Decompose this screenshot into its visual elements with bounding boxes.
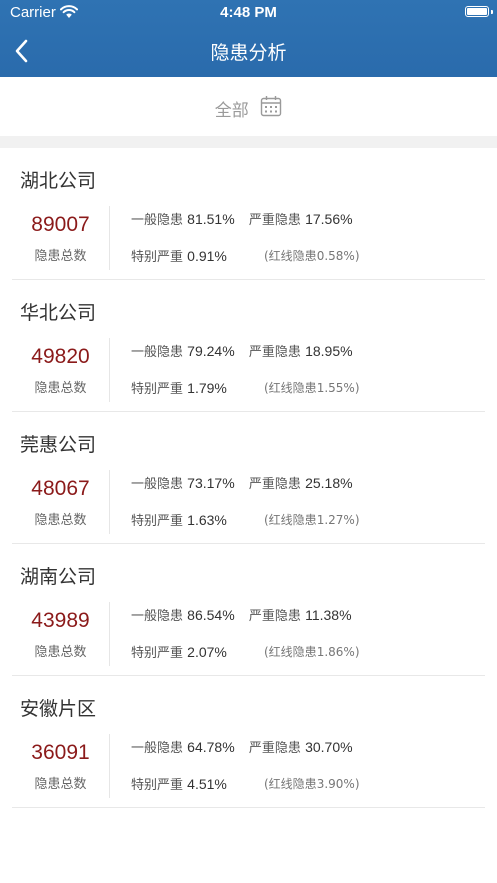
serious-label: 严重隐患 bbox=[248, 213, 301, 228]
general-label: 一般隐患 bbox=[131, 741, 184, 756]
serious-value: 11.38% bbox=[305, 607, 352, 623]
stats-row-2: 特别严重 4.51% bbox=[131, 774, 227, 793]
clock: 4:48 PM bbox=[220, 4, 277, 21]
date-filter-button[interactable]: 全部 bbox=[0, 95, 497, 122]
redline-value: 3.90% bbox=[316, 777, 355, 791]
critical-label: 特别严重 bbox=[131, 646, 184, 661]
stats-row-2: 特别严重 1.79% bbox=[131, 378, 227, 397]
critical-label: 特别严重 bbox=[131, 382, 184, 397]
serious-label: 严重隐患 bbox=[248, 609, 301, 624]
stats-row-2: 特别严重 0.91% bbox=[131, 246, 227, 265]
page-title: 隐患分析 bbox=[210, 42, 287, 64]
header: Carrier 4:48 PM 隐患分析 bbox=[0, 0, 497, 77]
company-name: 安徽片区 bbox=[20, 698, 97, 720]
critical-label: 特别严重 bbox=[131, 778, 184, 793]
general-label: 一般隐患 bbox=[131, 213, 184, 228]
divider bbox=[109, 338, 110, 402]
general-label: 一般隐患 bbox=[131, 477, 184, 492]
company-card[interactable]: 莞惠公司 48067 隐患总数 一般隐患 73.17% 严重隐患 25.18% … bbox=[12, 412, 485, 544]
total-label: 隐患总数 bbox=[34, 381, 87, 396]
general-value: 79.24% bbox=[187, 343, 235, 359]
company-name: 湖南公司 bbox=[20, 566, 97, 588]
divider bbox=[109, 734, 110, 798]
redline-prefix: (红线隐患 bbox=[264, 381, 317, 395]
critical-label: 特别严重 bbox=[131, 514, 184, 529]
serious-value: 30.70% bbox=[305, 739, 353, 755]
stats-row-1: 一般隐患 81.51% 严重隐患 17.56% bbox=[131, 209, 353, 228]
section-gap bbox=[0, 136, 497, 148]
serious-value: 17.56% bbox=[305, 211, 353, 227]
serious-label: 严重隐患 bbox=[248, 477, 301, 492]
total-label: 隐患总数 bbox=[34, 513, 87, 528]
divider bbox=[109, 470, 110, 534]
general-value: 73.17% bbox=[187, 475, 235, 491]
stats-row-2: 特别严重 1.63% bbox=[131, 510, 227, 529]
company-card[interactable]: 湖北公司 89007 隐患总数 一般隐患 81.51% 严重隐患 17.56% … bbox=[12, 148, 485, 280]
redline-prefix: (红线隐患 bbox=[264, 645, 317, 659]
critical-value: 4.51% bbox=[187, 776, 227, 792]
total-count: 89007 bbox=[31, 213, 90, 236]
serious-value: 25.18% bbox=[305, 475, 353, 491]
divider bbox=[109, 206, 110, 270]
redline-value: 0.58% bbox=[316, 249, 355, 263]
critical-value: 1.79% bbox=[187, 380, 227, 396]
company-card[interactable]: 安徽片区 36091 隐患总数 一般隐患 64.78% 严重隐患 30.70% … bbox=[12, 676, 485, 808]
stats-row-1: 一般隐患 73.17% 严重隐患 25.18% bbox=[131, 473, 353, 492]
serious-label: 严重隐患 bbox=[248, 741, 301, 756]
battery-tip bbox=[491, 10, 493, 14]
total-count: 48067 bbox=[31, 477, 90, 500]
redline-prefix: (红线隐患 bbox=[264, 249, 317, 263]
redline-suffix: ) bbox=[354, 249, 360, 263]
total-label: 隐患总数 bbox=[34, 249, 87, 264]
stats-row-1: 一般隐患 64.78% 严重隐患 30.70% bbox=[131, 737, 353, 756]
redline-suffix: ) bbox=[354, 513, 360, 527]
serious-label: 严重隐患 bbox=[248, 345, 301, 360]
total-label: 隐患总数 bbox=[34, 777, 87, 792]
total-count: 43989 bbox=[31, 609, 90, 632]
company-name: 华北公司 bbox=[20, 302, 97, 324]
company-card[interactable]: 华北公司 49820 隐患总数 一般隐患 79.24% 严重隐患 18.95% … bbox=[12, 280, 485, 412]
general-value: 86.54% bbox=[187, 607, 235, 623]
total-label: 隐患总数 bbox=[34, 645, 87, 660]
redline-suffix: ) bbox=[354, 645, 360, 659]
critical-label: 特别严重 bbox=[131, 250, 184, 265]
company-list: 湖北公司 89007 隐患总数 一般隐患 81.51% 严重隐患 17.56% … bbox=[0, 148, 497, 808]
redline-value: 1.27% bbox=[316, 513, 355, 527]
redline-value: 1.55% bbox=[316, 381, 355, 395]
total-count: 49820 bbox=[31, 345, 90, 368]
redline-suffix: ) bbox=[354, 777, 360, 791]
divider bbox=[109, 602, 110, 666]
general-value: 64.78% bbox=[187, 739, 235, 755]
general-value: 81.51% bbox=[187, 211, 235, 227]
total-count: 36091 bbox=[31, 741, 90, 764]
redline-stat: (红线隐患3.90%) bbox=[264, 775, 360, 792]
critical-value: 2.07% bbox=[187, 644, 227, 660]
general-label: 一般隐患 bbox=[131, 609, 184, 624]
redline-prefix: (红线隐患 bbox=[264, 777, 317, 791]
serious-value: 18.95% bbox=[305, 343, 353, 359]
stats-row-1: 一般隐患 79.24% 严重隐患 18.95% bbox=[131, 341, 353, 360]
status-bar: Carrier 4:48 PM bbox=[0, 0, 497, 26]
battery-icon bbox=[465, 6, 489, 17]
redline-suffix: ) bbox=[354, 381, 360, 395]
critical-value: 1.63% bbox=[187, 512, 227, 528]
nav-bar: 隐患分析 bbox=[0, 26, 497, 77]
filter-label: 全部 bbox=[214, 101, 249, 121]
critical-value: 0.91% bbox=[187, 248, 227, 264]
filter-bar: 全部 bbox=[0, 77, 497, 136]
company-card[interactable]: 湖南公司 43989 隐患总数 一般隐患 86.54% 严重隐患 11.38% … bbox=[12, 544, 485, 676]
company-name: 莞惠公司 bbox=[20, 434, 97, 456]
redline-stat: (红线隐患1.86%) bbox=[264, 643, 360, 660]
redline-value: 1.86% bbox=[316, 645, 355, 659]
redline-prefix: (红线隐患 bbox=[264, 513, 317, 527]
general-label: 一般隐患 bbox=[131, 345, 184, 360]
stats-row-2: 特别严重 2.07% bbox=[131, 642, 227, 661]
calendar-icon bbox=[260, 95, 282, 122]
redline-stat: (红线隐患0.58%) bbox=[264, 247, 360, 264]
stats-row-1: 一般隐患 86.54% 严重隐患 11.38% bbox=[131, 605, 352, 624]
redline-stat: (红线隐患1.55%) bbox=[264, 379, 360, 396]
redline-stat: (红线隐患1.27%) bbox=[264, 511, 360, 528]
company-name: 湖北公司 bbox=[20, 170, 97, 192]
